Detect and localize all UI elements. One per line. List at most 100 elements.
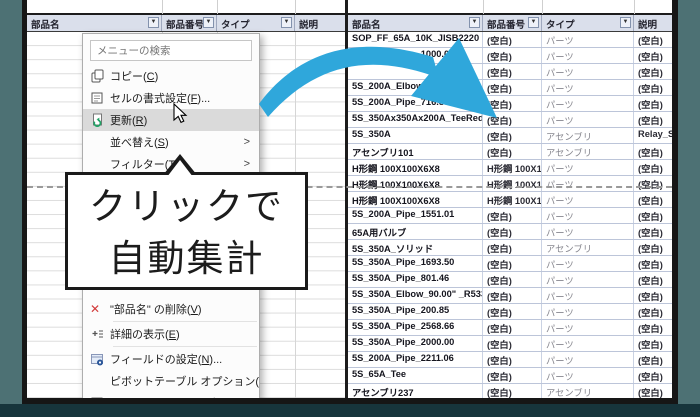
cell-type[interactable]: パーツ (542, 64, 634, 79)
cell-type[interactable]: パーツ (542, 208, 634, 223)
menu-item-7[interactable]: 詳細の表示(E) (83, 323, 259, 345)
cell-type[interactable]: パーツ (542, 160, 634, 175)
cell-desc[interactable]: (空白) (634, 400, 672, 404)
cell-desc[interactable]: (空白) (634, 176, 672, 191)
cell-name[interactable]: 5S_350A_Pipe_2568.66 (348, 320, 483, 335)
filter-dropdown-icon[interactable]: ▼ (469, 17, 480, 28)
cell-type[interactable]: パーツ (542, 112, 634, 127)
cell-desc[interactable]: (空白) (634, 112, 672, 127)
cell-number[interactable]: (空白) (483, 240, 542, 255)
cell-name[interactable]: 5S_350A_Pipe_801.46 (348, 272, 483, 287)
cell-number[interactable]: (空白) (483, 336, 542, 351)
cell-number[interactable]: (空白) (483, 144, 542, 159)
menu-item-10[interactable]: フィールドリストを表示する(D) (83, 392, 259, 399)
right-header-4[interactable]: 説明 (634, 15, 672, 31)
cell-number[interactable]: (空白) (483, 320, 542, 335)
cell-number[interactable]: H形鋼 100X100X6X8 (483, 160, 542, 175)
cell-desc[interactable]: (空白) (634, 160, 672, 175)
cell-number[interactable]: (空白) (483, 400, 542, 404)
menu-item-1[interactable]: コピー(C) (83, 65, 259, 87)
cell-number[interactable]: (空白) (483, 304, 542, 319)
cell-desc[interactable]: (空白) (634, 64, 672, 79)
cell-number[interactable]: (空白) (483, 64, 542, 79)
cell-desc[interactable]: (空白) (634, 304, 672, 319)
cell-type[interactable]: パーツ (542, 272, 634, 287)
cell-desc[interactable]: (空白) (634, 96, 672, 111)
menu-item-9[interactable]: ピボットテーブル オプション(O)... (83, 370, 259, 392)
menu-item-8[interactable]: フィールドの設定(N)... (83, 348, 259, 370)
cell-number[interactable]: (空白) (483, 256, 542, 271)
menu-search-input[interactable] (90, 40, 252, 61)
cell-type[interactable]: パーツ (542, 80, 634, 95)
cell-number[interactable]: (空白) (483, 224, 542, 239)
cell-type[interactable]: パーツ (542, 48, 634, 63)
cell-number[interactable]: (空白) (483, 128, 542, 143)
cell-number[interactable]: (空白) (483, 96, 542, 111)
cell-name[interactable]: 5S_200A_Pipe_1000.00 (348, 48, 483, 63)
cell-name[interactable]: H形鋼 100X100X6X8 (348, 192, 483, 207)
filter-dropdown-icon[interactable]: ▼ (281, 17, 292, 28)
menu-item-4[interactable]: 並べ替え(S)> (83, 131, 259, 153)
cell-desc[interactable]: Relay_S (634, 128, 672, 143)
cell-name[interactable]: パーツ781 (348, 400, 483, 404)
cell-type[interactable]: パーツ (542, 400, 634, 404)
filter-dropdown-icon[interactable]: ▼ (528, 17, 539, 28)
cell-desc[interactable]: (空白) (634, 80, 672, 95)
right-header-3[interactable]: タイプ▼ (542, 15, 634, 31)
cell-type[interactable]: アセンブリ (542, 384, 634, 399)
cell-desc[interactable]: (空白) (634, 272, 672, 287)
cell-name[interactable]: 5S_200A_Pipe_716.80 (348, 96, 483, 111)
cell-type[interactable]: アセンブリ (542, 240, 634, 255)
cell-type[interactable]: アセンブリ (542, 128, 634, 143)
cell-type[interactable]: パーツ (542, 304, 634, 319)
cell-type[interactable]: パーツ (542, 336, 634, 351)
cell-desc[interactable]: (空白) (634, 48, 672, 63)
filter-dropdown-icon[interactable]: ▼ (148, 17, 159, 28)
cell-name[interactable]: 5S_350A (348, 128, 483, 143)
cell-desc[interactable]: (空白) (634, 192, 672, 207)
cell-name[interactable]: H形鋼 100X100X6X8 (348, 176, 483, 191)
cell-number[interactable]: (空白) (483, 384, 542, 399)
cell-number[interactable]: H形鋼 100X100X6X8 (483, 176, 542, 191)
cell-name[interactable]: SOP_FF_65A_10K_JISB2220 (348, 32, 483, 47)
cell-desc[interactable]: (空白) (634, 256, 672, 271)
cell-type[interactable]: パーツ (542, 32, 634, 47)
cell-type[interactable]: パーツ (542, 288, 634, 303)
cell-number[interactable]: (空白) (483, 352, 542, 367)
cell-number[interactable]: (空白) (483, 80, 542, 95)
cell-number[interactable]: (空白) (483, 112, 542, 127)
cell-name[interactable]: H形鋼 100X100X6X8 (348, 160, 483, 175)
cell-desc[interactable]: (空白) (634, 368, 672, 383)
cell-name[interactable]: 5S_350Ax350Ax200A_TeeReduce (348, 112, 483, 127)
cell-name[interactable]: アセンブリ101 (348, 144, 483, 159)
cell-type[interactable]: パーツ (542, 96, 634, 111)
cell-desc[interactable]: (空白) (634, 384, 672, 399)
cell-type[interactable]: パーツ (542, 320, 634, 335)
cell-number[interactable]: (空白) (483, 48, 542, 63)
cell-name[interactable]: 5S_200A_Pipe_2211.06 (348, 352, 483, 367)
left-header-3[interactable]: タイプ▼ (217, 15, 295, 31)
cell-name[interactable]: 65A用バルブ (348, 224, 483, 239)
cell-desc[interactable]: (空白) (634, 224, 672, 239)
cell-name[interactable]: 5S_350A_Pipe_1693.50 (348, 256, 483, 271)
cell-type[interactable]: パーツ (542, 352, 634, 367)
cell-desc[interactable]: (空白) (634, 240, 672, 255)
cell-number[interactable]: (空白) (483, 272, 542, 287)
cell-name[interactable] (348, 64, 483, 79)
filter-dropdown-icon[interactable]: ▼ (203, 17, 214, 28)
left-header-1[interactable]: 部品名▼ (27, 15, 162, 31)
menu-item-3[interactable]: 更新(R) (83, 109, 259, 131)
cell-number[interactable]: (空白) (483, 32, 542, 47)
menu-item-6[interactable]: ✕"部品名" の削除(V) (83, 298, 259, 320)
cell-name[interactable]: 5S_65A_Tee (348, 368, 483, 383)
cell-type[interactable]: パーツ (542, 224, 634, 239)
cell-desc[interactable]: (空白) (634, 336, 672, 351)
cell-name[interactable]: 5S_350A_Pipe_200.85 (348, 304, 483, 319)
cell-number[interactable]: (空白) (483, 288, 542, 303)
cell-number[interactable]: (空白) (483, 368, 542, 383)
cell-number[interactable]: (空白) (483, 208, 542, 223)
cell-desc[interactable]: (空白) (634, 144, 672, 159)
left-header-2[interactable]: 部品番号▼ (162, 15, 217, 31)
cell-name[interactable]: 5S_350A_Pipe_2000.00 (348, 336, 483, 351)
cell-number[interactable]: H形鋼 100X100X6X8 (483, 192, 542, 207)
